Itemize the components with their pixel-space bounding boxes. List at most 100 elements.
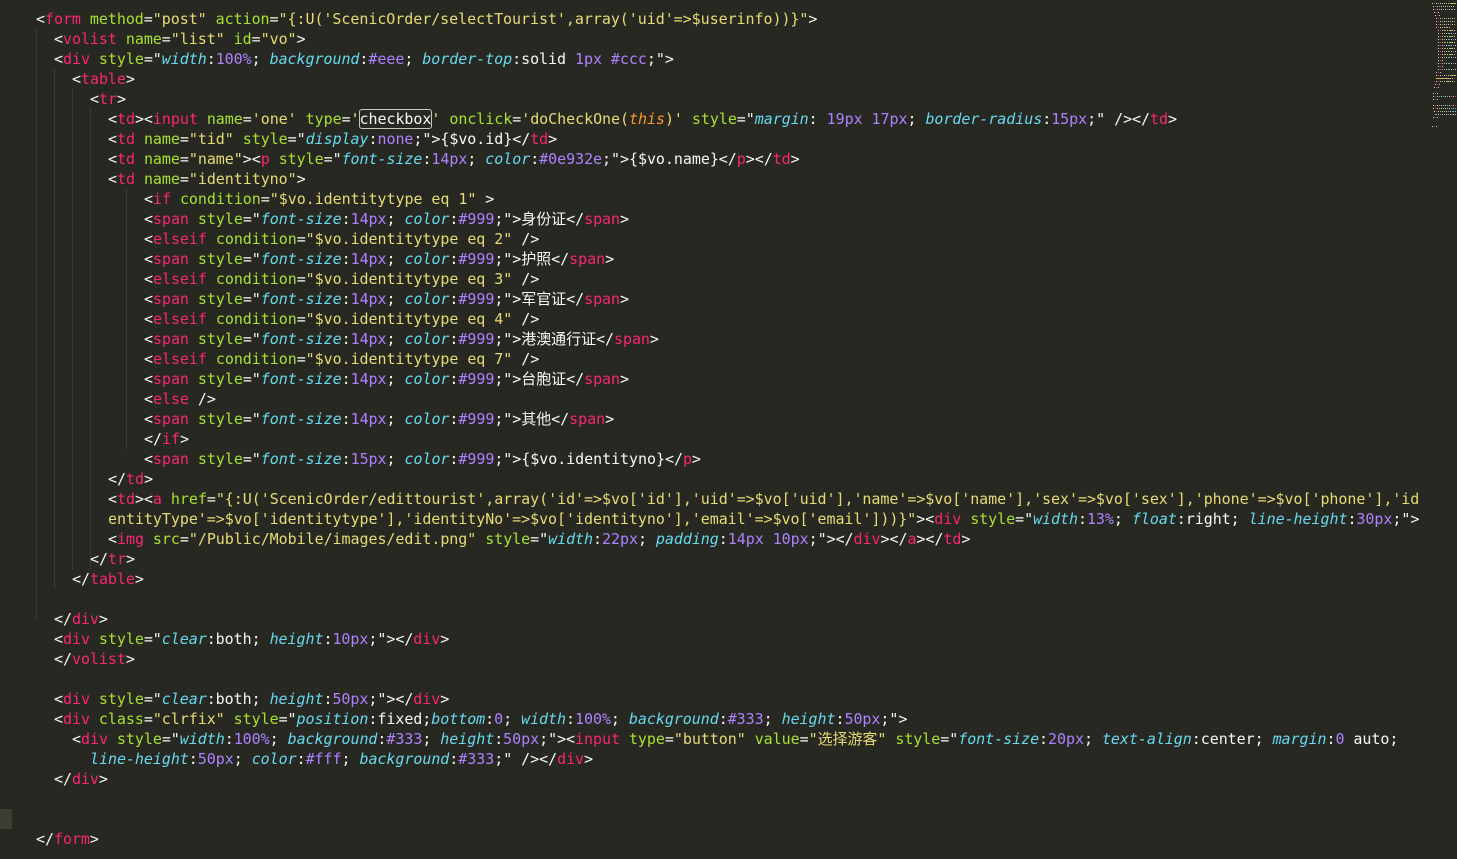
minimap-token: [1444, 30, 1446, 31]
code-line[interactable]: <span style="font-size:14px; color:#999;…: [144, 329, 659, 349]
code-token: 50px: [197, 750, 234, 768]
minimap-token: [1447, 9, 1448, 10]
code-line[interactable]: <elseif condition="$vo.identitytype eq 4…: [144, 309, 539, 329]
minimap-token: [1446, 33, 1447, 34]
code-line[interactable]: entityType'=>$vo['identitytype'],'identi…: [108, 509, 1419, 529]
code-token: <: [144, 270, 153, 288]
minimap[interactable]: [1428, 0, 1457, 859]
code-line[interactable]: <span style="font-size:14px; color:#999;…: [144, 409, 614, 429]
minimap-token: [1447, 30, 1448, 31]
code-line[interactable]: <elseif condition="$vo.identitytype eq 2…: [144, 229, 539, 249]
code-token: #999: [458, 370, 495, 388]
minimap-token: [1448, 114, 1449, 115]
minimap-token: [1454, 30, 1455, 31]
code-token: 15px: [1051, 110, 1088, 128]
code-token: 0: [494, 710, 504, 728]
minimap-token: [1432, 126, 1433, 127]
code-token: ;: [404, 50, 423, 68]
code-line[interactable]: <td><input name='one' type='checkbox' on…: [108, 109, 1177, 129]
code-line[interactable]: <tr>: [90, 89, 126, 109]
code-token: if: [161, 430, 180, 448]
minimap-token: [1440, 27, 1441, 28]
code-line[interactable]: <span style="font-size:14px; color:#999;…: [144, 209, 629, 229]
code-line[interactable]: </volist>: [54, 649, 135, 669]
code-line[interactable]: </tr>: [90, 549, 135, 569]
code-line[interactable]: <div class="clrfix" style="position:fixe…: [54, 709, 907, 729]
code-token: :: [808, 110, 827, 128]
code-token: form: [44, 10, 81, 28]
minimap-token: [1443, 9, 1444, 10]
code-editor[interactable]: <form method="post" action="{:U('ScenicO…: [0, 0, 1428, 859]
code-token: style: [197, 290, 243, 308]
code-token: td: [772, 150, 791, 168]
code-line[interactable]: </if>: [144, 429, 189, 449]
code-line[interactable]: <td><a href="{:U('ScenicOrder/edittouris…: [108, 489, 1419, 509]
code-line[interactable]: <div style="clear:both; height:10px;"></…: [54, 629, 449, 649]
minimap-token: [1442, 27, 1443, 28]
code-line[interactable]: <div style="clear:both; height:50px;"></…: [54, 689, 449, 709]
code-line[interactable]: <span style="font-size:14px; color:#999;…: [144, 249, 614, 269]
code-token: span: [584, 210, 621, 228]
minimap-token: [1434, 3, 1435, 4]
code-token: ><: [242, 150, 261, 168]
code-line[interactable]: <div style="width:100%; background:#333;…: [72, 729, 1398, 749]
code-line[interactable]: <div style="width:100%; background:#eee;…: [54, 49, 674, 69]
code-token: style: [278, 150, 324, 168]
code-token: </: [72, 570, 90, 588]
code-token: div: [62, 710, 90, 728]
code-token: <: [72, 70, 81, 88]
minimap-token: [1446, 111, 1447, 112]
code-line[interactable]: </td>: [108, 469, 153, 489]
code-token: span: [152, 250, 189, 268]
code-line[interactable]: <span style="font-size:14px; color:#999;…: [144, 369, 629, 389]
code-line[interactable]: </table>: [72, 569, 144, 589]
code-token: else: [152, 390, 189, 408]
code-token: <: [90, 90, 99, 108]
code-line[interactable]: <form method="post" action="{:U('ScenicO…: [36, 9, 817, 29]
minimap-token: [1436, 24, 1437, 25]
minimap-token: [1438, 111, 1439, 112]
code-token: =: [799, 730, 809, 748]
code-token: <: [144, 210, 153, 228]
code-token: 15px: [350, 450, 387, 468]
minimap-token: [1442, 60, 1443, 61]
code-line[interactable]: <span style="font-size:14px; color:#999;…: [144, 289, 629, 309]
code-line[interactable]: <table>: [72, 69, 135, 89]
code-line[interactable]: <span style="font-size:15px; color:#999;…: [144, 449, 701, 469]
minimap-token: [1433, 108, 1434, 109]
code-line[interactable]: <img src="/Public/Mobile/images/edit.png…: [108, 529, 970, 549]
code-token: >: [440, 630, 450, 648]
code-line[interactable]: <elseif condition="$vo.identitytype eq 7…: [144, 349, 539, 369]
code-line[interactable]: <td name="identityno">: [108, 169, 306, 189]
code-token: style: [197, 410, 243, 428]
minimap-token: [1435, 96, 1436, 97]
code-line[interactable]: <if condition="$vo.identitytype eq 1" >: [144, 189, 494, 209]
minimap-token: [1440, 36, 1441, 37]
code-token: =: [143, 10, 153, 28]
code-line[interactable]: <elseif condition="$vo.identitytype eq 3…: [144, 269, 539, 289]
code-token: 17px: [871, 110, 908, 128]
minimap-token: [1450, 24, 1451, 25]
minimap-token: [1446, 39, 1447, 40]
code-token: ><: [134, 490, 153, 508]
code-token: ;"><: [539, 730, 576, 748]
code-token: #0e932e: [539, 150, 603, 168]
code-line[interactable]: </form>: [36, 829, 99, 849]
code-line[interactable]: </div>: [54, 609, 108, 629]
code-line[interactable]: <volist name="list" id="vo">: [54, 29, 306, 49]
code-line[interactable]: <else />: [144, 389, 216, 409]
minimap-token: [1453, 51, 1454, 52]
code-token: >: [476, 190, 495, 208]
code-line[interactable]: <td name="tid" style="display:none;">{$v…: [108, 129, 557, 149]
minimap-token: [1455, 96, 1456, 97]
code-line[interactable]: <td name="name"><p style="font-size:14px…: [108, 149, 800, 169]
code-token: onclick: [449, 110, 513, 128]
code-token: p: [260, 150, 270, 168]
minimap-token: [1435, 84, 1436, 85]
code-line[interactable]: </div>: [54, 769, 108, 789]
code-line[interactable]: line-height:50px; color:#fff; background…: [90, 749, 593, 769]
code-token: color: [251, 750, 297, 768]
minimap-token: [1444, 111, 1445, 112]
